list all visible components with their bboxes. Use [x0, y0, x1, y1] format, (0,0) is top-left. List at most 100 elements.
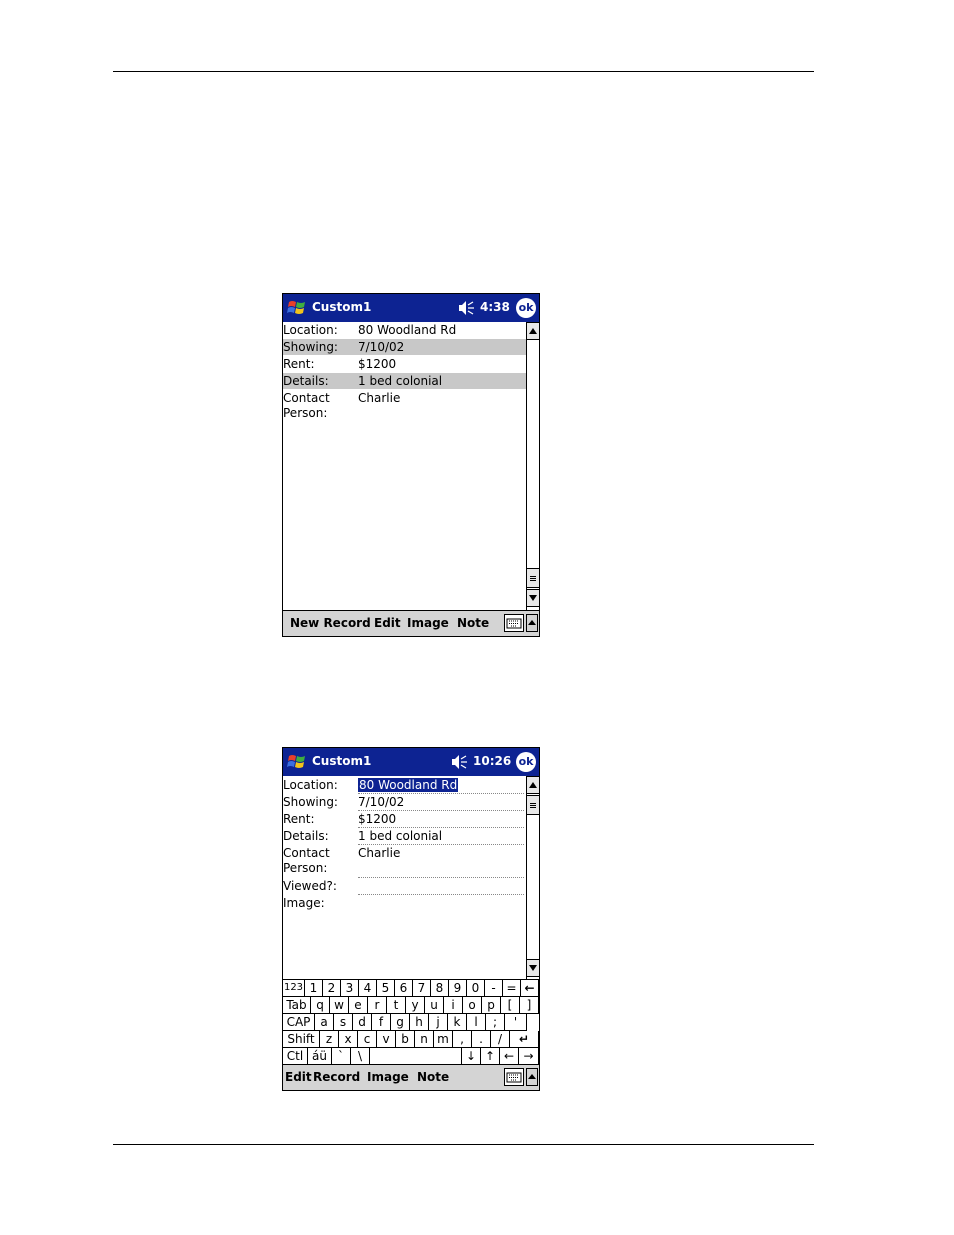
key[interactable]: g — [391, 1014, 410, 1031]
key[interactable]: 0 — [467, 980, 485, 997]
key[interactable]: . — [472, 1031, 491, 1048]
windows-start-icon[interactable] — [285, 751, 309, 773]
key[interactable]: e — [349, 997, 368, 1014]
key[interactable]: t — [387, 997, 406, 1014]
keyboard-toggle-button[interactable] — [504, 1068, 524, 1086]
speaker-icon[interactable] — [457, 300, 475, 316]
scroll-up-button[interactable] — [527, 776, 539, 794]
key[interactable]: 6 — [395, 980, 413, 997]
key[interactable]: d — [353, 1014, 372, 1031]
key[interactable]: 8 — [431, 980, 449, 997]
key[interactable]: ; — [486, 1014, 505, 1031]
key[interactable]: q — [311, 997, 330, 1014]
key[interactable]: 9 — [449, 980, 467, 997]
key[interactable]: 2 — [323, 980, 341, 997]
scroll-thumb[interactable] — [527, 568, 539, 588]
vertical-scrollbar[interactable] — [526, 776, 539, 979]
key[interactable]: 7 — [413, 980, 431, 997]
key[interactable]: [ — [501, 997, 520, 1014]
ok-button[interactable]: ok — [516, 752, 536, 772]
key[interactable]: f — [372, 1014, 391, 1031]
scroll-down-button[interactable] — [527, 959, 539, 977]
key[interactable]: m — [434, 1031, 453, 1048]
key[interactable]: u — [425, 997, 444, 1014]
key[interactable]: v — [377, 1031, 396, 1048]
key[interactable]: x — [339, 1031, 358, 1048]
menu-new-record[interactable]: New Record — [290, 616, 371, 630]
key[interactable]: 3 — [341, 980, 359, 997]
menu-image[interactable]: Image — [367, 1070, 409, 1084]
vertical-scrollbar[interactable] — [526, 322, 539, 610]
key-international[interactable]: áü — [308, 1048, 332, 1065]
key[interactable]: k — [448, 1014, 467, 1031]
key-arrow-left[interactable]: ← — [500, 1048, 519, 1065]
key-shift[interactable]: Shift — [283, 1031, 320, 1048]
field-row-person[interactable]: Person: — [283, 405, 526, 421]
scroll-thumb[interactable] — [527, 795, 539, 815]
scroll-up-button[interactable] — [527, 322, 539, 340]
rent-input[interactable]: $1200 — [358, 812, 396, 826]
key-arrow-down[interactable]: ↓ — [462, 1048, 481, 1065]
key[interactable]: / — [491, 1031, 510, 1048]
key-123[interactable]: 123 — [283, 980, 305, 997]
field-row-location[interactable]: Location: 80 Woodland Rd — [283, 322, 526, 338]
key-space[interactable] — [370, 1048, 462, 1065]
key[interactable]: ] — [520, 997, 539, 1014]
field-row-details[interactable]: Details: 1 bed colonial — [283, 373, 526, 389]
details-input[interactable]: 1 bed colonial — [358, 829, 442, 843]
location-input[interactable]: 80 Woodland Rd — [358, 778, 459, 792]
showing-input[interactable]: 7/10/02 — [358, 795, 404, 809]
keyboard-toggle-button[interactable] — [504, 614, 524, 632]
key[interactable]: s — [334, 1014, 353, 1031]
key-arrow-up[interactable]: ↑ — [481, 1048, 500, 1065]
key-tab[interactable]: Tab — [283, 997, 311, 1014]
key-backspace[interactable]: ← — [521, 980, 539, 997]
key[interactable]: ` — [332, 1048, 351, 1065]
key[interactable]: h — [410, 1014, 429, 1031]
ok-button[interactable]: ok — [516, 298, 536, 318]
speaker-icon[interactable] — [450, 754, 468, 770]
field-row-rent[interactable]: Rent: $1200 — [283, 356, 526, 372]
input-selector-button[interactable] — [526, 1068, 538, 1086]
key[interactable]: ' — [505, 1014, 527, 1031]
clock[interactable]: 10:26 — [473, 754, 511, 768]
key-ctrl[interactable]: Ctl — [283, 1048, 308, 1065]
key[interactable]: 1 — [305, 980, 323, 997]
key[interactable]: 5 — [377, 980, 395, 997]
scroll-down-button[interactable] — [527, 589, 539, 607]
key[interactable]: 4 — [359, 980, 377, 997]
key[interactable]: n — [415, 1031, 434, 1048]
key-arrow-right[interactable]: → — [519, 1048, 539, 1065]
key[interactable]: r — [368, 997, 387, 1014]
field-row-showing[interactable]: Showing: 7/10/02 — [283, 339, 526, 355]
key-enter[interactable]: ↵ — [510, 1031, 539, 1048]
key[interactable]: z — [320, 1031, 339, 1048]
key[interactable]: - — [485, 980, 503, 997]
key[interactable]: i — [444, 997, 463, 1014]
key[interactable]: y — [406, 997, 425, 1014]
key[interactable]: c — [358, 1031, 377, 1048]
windows-start-icon[interactable] — [285, 297, 309, 319]
clock[interactable]: 4:38 — [480, 300, 510, 314]
menu-note[interactable]: Note — [457, 616, 489, 630]
menu-image[interactable]: Image — [407, 616, 449, 630]
key[interactable]: \ — [351, 1048, 370, 1065]
field-row-person: Person: — [283, 860, 526, 876]
contact-input[interactable]: Charlie — [358, 846, 400, 860]
key[interactable]: = — [503, 980, 521, 997]
menu-edit[interactable]: Edit — [374, 616, 401, 630]
menu-note[interactable]: Note — [417, 1070, 449, 1084]
key[interactable]: b — [396, 1031, 415, 1048]
menu-record[interactable]: Record — [313, 1070, 360, 1084]
key[interactable]: l — [467, 1014, 486, 1031]
key[interactable]: j — [429, 1014, 448, 1031]
key[interactable]: , — [453, 1031, 472, 1048]
key[interactable]: p — [482, 997, 501, 1014]
input-selector-button[interactable] — [526, 614, 538, 632]
field-row-contact[interactable]: Contact Charlie — [283, 390, 526, 406]
key[interactable]: o — [463, 997, 482, 1014]
key[interactable]: a — [315, 1014, 334, 1031]
menu-edit[interactable]: Edit — [285, 1070, 312, 1084]
key[interactable]: w — [330, 997, 349, 1014]
key-caps-lock[interactable]: CAP — [283, 1014, 315, 1031]
